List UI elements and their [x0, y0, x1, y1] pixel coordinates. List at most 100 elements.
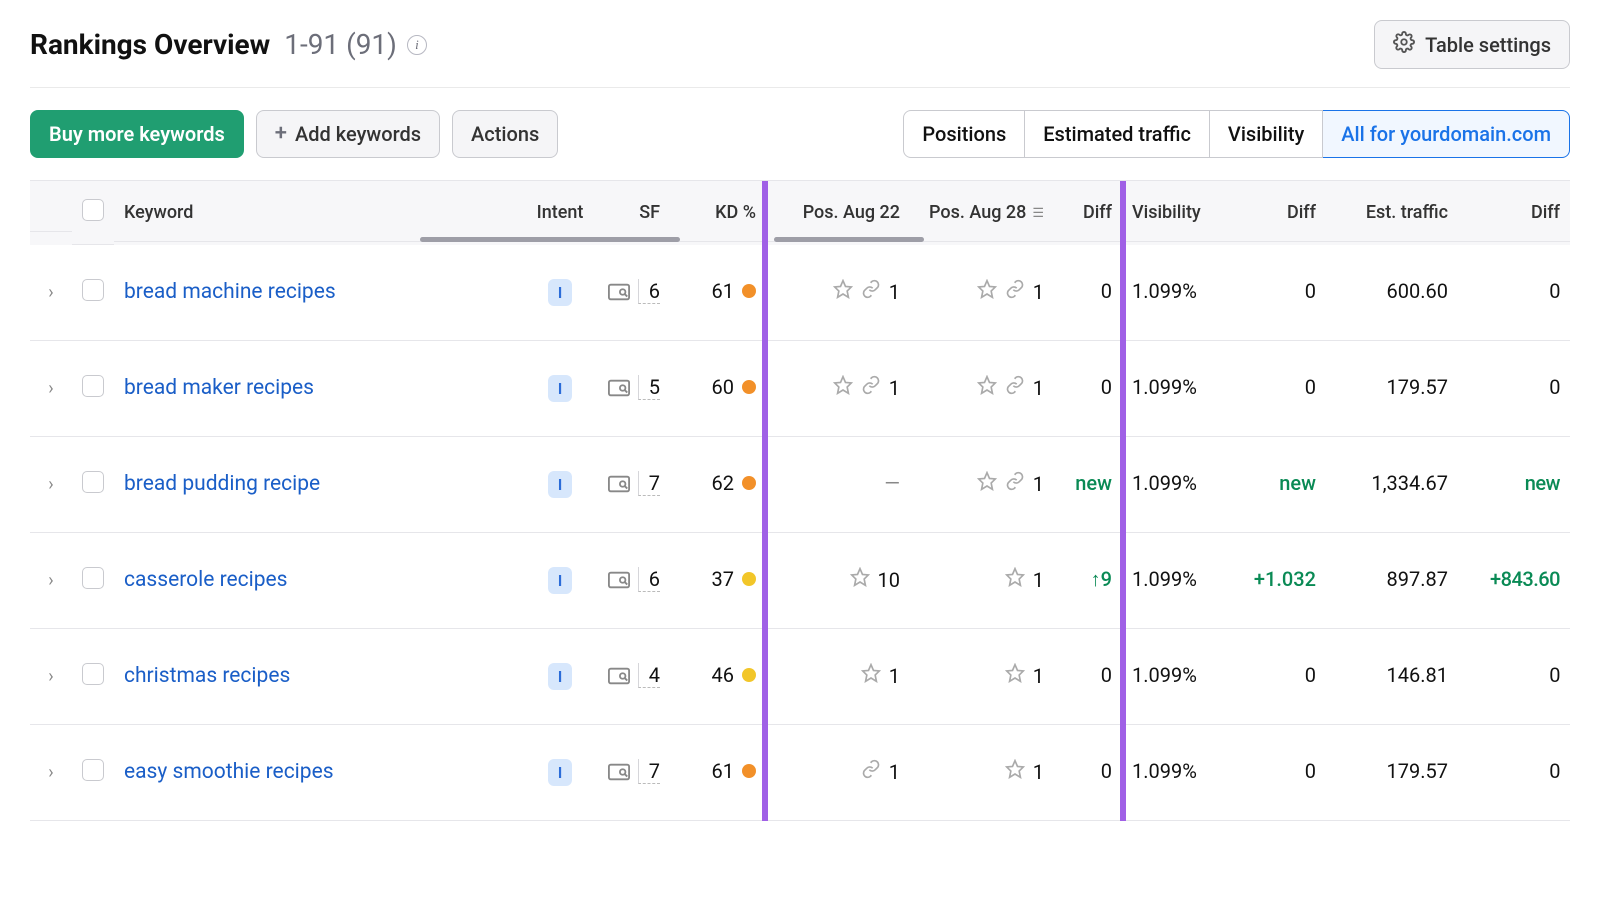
- serp-features-icon[interactable]: [608, 571, 630, 589]
- serp-features-icon[interactable]: [608, 667, 630, 685]
- serp-link-icon: [861, 375, 881, 400]
- kd-dot-icon: [742, 380, 756, 394]
- table-row: ›bread maker recipesI5601101.099%0179.57…: [30, 341, 1570, 437]
- expand-row-icon[interactable]: ›: [48, 474, 53, 495]
- expand-row-icon[interactable]: ›: [48, 570, 53, 591]
- star-icon: [1005, 567, 1025, 592]
- col-diff2[interactable]: Diff: [1234, 184, 1326, 242]
- visibility-diff: +1.032: [1234, 533, 1326, 625]
- serp-features-icon[interactable]: [608, 475, 630, 493]
- view-tabs: PositionsEstimated trafficVisibilityAll …: [903, 110, 1570, 158]
- col-diff1[interactable]: Diff: [1054, 184, 1122, 242]
- expand-row-icon[interactable]: ›: [48, 666, 53, 687]
- table-settings-button[interactable]: Table settings: [1374, 20, 1570, 69]
- visibility-diff: 0: [1234, 341, 1326, 433]
- visibility-value: 1.099%: [1122, 533, 1234, 625]
- keyword-link[interactable]: christmas recipes: [124, 664, 290, 688]
- pos-prev: 1: [776, 375, 900, 400]
- gear-icon: [1393, 31, 1415, 58]
- table-row: ›easy smoothie recipesI7611101.099%0179.…: [30, 725, 1570, 821]
- expand-row-icon[interactable]: ›: [48, 378, 53, 399]
- view-tab[interactable]: Estimated traffic: [1025, 110, 1210, 158]
- buy-keywords-button[interactable]: Buy more keywords: [30, 110, 244, 158]
- kd-value: 60: [712, 375, 734, 399]
- intent-badge: I: [548, 375, 573, 402]
- view-tab[interactable]: Positions: [903, 110, 1025, 158]
- col-keyword[interactable]: Keyword: [114, 184, 522, 242]
- pos-diff: new: [1054, 437, 1122, 529]
- table-row: ›casserole recipesI637101↑91.099%+1.0328…: [30, 533, 1570, 629]
- pos-diff: ↑9: [1054, 533, 1122, 626]
- serp-features-icon[interactable]: [608, 763, 630, 781]
- row-checkbox[interactable]: [82, 663, 104, 685]
- col-est[interactable]: Est. traffic: [1326, 184, 1458, 242]
- position-value: 1: [1033, 568, 1044, 592]
- pos-prev: 1: [776, 759, 900, 784]
- keyword-link[interactable]: bread pudding recipe: [124, 472, 320, 496]
- keyword-link[interactable]: casserole recipes: [124, 568, 288, 592]
- star-icon: [977, 279, 997, 304]
- keyword-link[interactable]: bread machine recipes: [124, 280, 336, 304]
- pos-current: 1: [920, 471, 1044, 496]
- est-traffic-diff: 0: [1458, 725, 1570, 817]
- toolbar: Buy more keywords + Add keywords Actions…: [30, 88, 1570, 180]
- est-traffic-value: 600.60: [1326, 245, 1458, 337]
- data-grid: Keyword Intent SF KD % Pos. Aug 22 Pos. …: [30, 180, 1570, 821]
- col-pos1[interactable]: Pos. Aug 22: [766, 184, 910, 242]
- row-checkbox[interactable]: [82, 279, 104, 301]
- col-pos2[interactable]: Pos. Aug 28☰: [910, 184, 1054, 242]
- est-traffic-value: 146.81: [1326, 629, 1458, 721]
- star-icon: [833, 375, 853, 400]
- kd-dot-icon: [742, 284, 756, 298]
- star-icon: [861, 663, 881, 688]
- row-checkbox[interactable]: [82, 471, 104, 493]
- add-keywords-button[interactable]: + Add keywords: [256, 110, 440, 158]
- pos-current: 1: [920, 567, 1044, 592]
- row-checkbox[interactable]: [82, 759, 104, 781]
- view-tab[interactable]: Visibility: [1210, 110, 1323, 158]
- col-intent[interactable]: Intent: [522, 184, 598, 242]
- page-title: Rankings Overview: [30, 28, 270, 61]
- row-checkbox[interactable]: [82, 375, 104, 397]
- kd-dot-icon: [742, 572, 756, 586]
- visibility-value: 1.099%: [1122, 341, 1234, 433]
- kd-dot-icon: [742, 476, 756, 490]
- actions-button[interactable]: Actions: [452, 110, 558, 158]
- pos-diff: 0: [1054, 629, 1122, 721]
- col-visibility[interactable]: Visibility: [1122, 184, 1234, 242]
- intent-badge: I: [548, 759, 573, 786]
- position-value: 1: [1033, 376, 1044, 400]
- position-value: 10: [878, 568, 900, 592]
- est-traffic-diff: +843.60: [1458, 533, 1570, 625]
- select-all-checkbox[interactable]: [82, 199, 104, 221]
- table-row: ›bread pudding recipeI762—1new1.099%new1…: [30, 437, 1570, 533]
- position-value: 1: [889, 376, 900, 400]
- serp-link-icon: [1005, 279, 1025, 304]
- keyword-link[interactable]: easy smoothie recipes: [124, 760, 334, 784]
- view-tab[interactable]: All for yourdomain.com: [1323, 110, 1570, 158]
- est-traffic-diff: 0: [1458, 629, 1570, 721]
- row-checkbox[interactable]: [82, 567, 104, 589]
- sf-count: 6: [638, 279, 660, 304]
- pos-current: 1: [920, 663, 1044, 688]
- serp-features-icon[interactable]: [608, 283, 630, 301]
- col-kd[interactable]: KD %: [670, 184, 766, 242]
- star-icon: [977, 471, 997, 496]
- keyword-link[interactable]: bread maker recipes: [124, 376, 314, 400]
- kd-dot-icon: [742, 764, 756, 778]
- position-value: 1: [1033, 760, 1044, 784]
- est-traffic-value: 179.57: [1326, 341, 1458, 433]
- kd-value: 61: [712, 759, 734, 783]
- page-title-range: 1-91 (91): [284, 28, 397, 61]
- pos-prev: 1: [776, 663, 900, 688]
- serp-link-icon: [1005, 471, 1025, 496]
- serp-features-icon[interactable]: [608, 379, 630, 397]
- expand-row-icon[interactable]: ›: [48, 762, 53, 783]
- sf-count: 5: [638, 375, 660, 400]
- info-icon[interactable]: i: [407, 35, 427, 55]
- pos-current: 1: [920, 279, 1044, 304]
- col-sf[interactable]: SF: [598, 184, 670, 242]
- visibility-diff: 0: [1234, 245, 1326, 337]
- col-diff3[interactable]: Diff: [1458, 184, 1570, 242]
- expand-row-icon[interactable]: ›: [48, 282, 53, 303]
